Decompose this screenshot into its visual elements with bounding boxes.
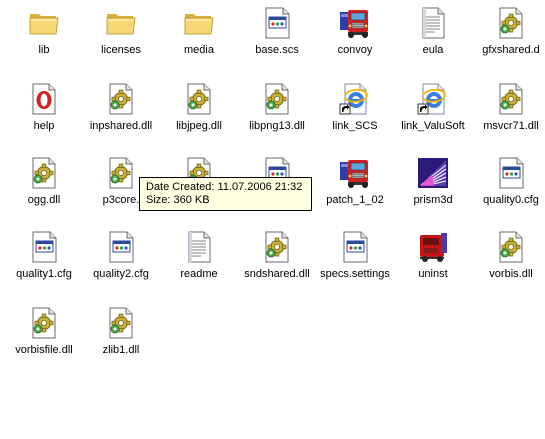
file-label: libjpeg.dll — [176, 120, 222, 132]
file-item[interactable]: eula — [394, 7, 472, 69]
file-label: inpshared.dll — [89, 120, 153, 132]
ie-shortcut-icon — [417, 83, 449, 115]
opera-help-icon — [28, 83, 60, 115]
dll-icon — [495, 7, 527, 39]
folder-icon — [105, 7, 137, 39]
file-item[interactable]: lib — [5, 7, 83, 69]
file-label: zlib1.dll — [102, 344, 140, 356]
document-icon — [339, 231, 371, 263]
tooltip-date-created: Date Created: 11.07.2006 21:32 — [146, 181, 303, 193]
truck-icon — [339, 157, 371, 189]
file-label: base.scs — [255, 44, 299, 56]
dll-icon — [105, 307, 137, 339]
file-item[interactable]: libjpeg.dll — [160, 83, 238, 145]
file-label: specs.settings — [320, 268, 390, 280]
file-label: quality2.cfg — [93, 268, 149, 280]
file-item[interactable]: base.scs — [238, 7, 316, 69]
file-item[interactable]: zlib1.dll — [82, 307, 160, 369]
file-label: prism3d — [413, 194, 453, 206]
file-item[interactable]: licenses — [82, 7, 160, 69]
document-icon — [28, 231, 60, 263]
dll-icon — [495, 83, 527, 115]
file-item[interactable]: quality0.cfg — [472, 157, 545, 219]
document-icon — [105, 231, 137, 263]
file-item[interactable]: uninst — [394, 231, 472, 293]
file-item[interactable]: gfxshared.d — [472, 7, 545, 69]
file-item[interactable]: ogg.dll — [5, 157, 83, 219]
file-label: sndshared.dll — [244, 268, 310, 280]
dll-icon — [261, 83, 293, 115]
tooltip-size: Size: 360 KB — [146, 194, 210, 206]
file-item[interactable]: prism3d — [394, 157, 472, 219]
uninstall-truck-icon — [417, 231, 449, 263]
ie-shortcut-icon — [339, 83, 371, 115]
file-tooltip: Date Created: 11.07.2006 21:32 Size: 360… — [139, 177, 312, 211]
document-icon — [495, 157, 527, 189]
file-item[interactable]: media — [160, 7, 238, 69]
file-item[interactable]: link_SCS — [316, 83, 394, 145]
file-label: eula — [422, 44, 444, 56]
dll-icon — [28, 157, 60, 189]
dll-icon — [28, 307, 60, 339]
text-document-icon — [417, 7, 449, 39]
dll-icon — [183, 83, 215, 115]
file-label: link_ValuSoft — [401, 120, 465, 132]
file-label: link_SCS — [332, 120, 378, 132]
truck-icon — [339, 7, 371, 39]
dll-icon — [495, 231, 527, 263]
file-label: media — [184, 44, 214, 56]
text-document-icon — [183, 231, 215, 263]
file-item[interactable]: vorbis.dll — [472, 231, 545, 293]
file-item[interactable]: help — [5, 83, 83, 145]
file-item[interactable]: inpshared.dll — [82, 83, 160, 145]
prism-icon — [417, 157, 449, 189]
file-item[interactable]: libpng13.dll — [238, 83, 316, 145]
file-item[interactable]: vorbisfile.dll — [5, 307, 83, 369]
file-item[interactable]: quality2.cfg — [82, 231, 160, 293]
file-item[interactable]: sndshared.dll — [238, 231, 316, 293]
file-label: licenses — [101, 44, 141, 56]
dll-icon — [105, 83, 137, 115]
file-label: convoy — [337, 44, 373, 56]
file-label: readme — [180, 268, 218, 280]
file-item[interactable]: link_ValuSoft — [394, 83, 472, 145]
folder-icon — [28, 7, 60, 39]
file-item[interactable]: msvcr71.dll — [472, 83, 545, 145]
file-item[interactable]: patch_1_02 — [316, 157, 394, 219]
dll-icon — [105, 157, 137, 189]
file-label: patch_1_02 — [326, 194, 384, 206]
dll-icon — [261, 231, 293, 263]
file-label: msvcr71.dll — [483, 120, 539, 132]
document-icon — [261, 7, 293, 39]
file-label: uninst — [418, 268, 448, 280]
folder-icon — [183, 7, 215, 39]
file-label: libpng13.dll — [249, 120, 305, 132]
file-item[interactable]: readme — [160, 231, 238, 293]
file-item[interactable]: specs.settings — [316, 231, 394, 293]
file-label: gfxshared.d — [482, 44, 540, 56]
file-label: quality0.cfg — [483, 194, 539, 206]
file-label: vorbis.dll — [489, 268, 533, 280]
file-view: lib licenses media base.scs convoy eula … — [0, 0, 545, 439]
file-item[interactable]: convoy — [316, 7, 394, 69]
file-item[interactable]: quality1.cfg — [5, 231, 83, 293]
